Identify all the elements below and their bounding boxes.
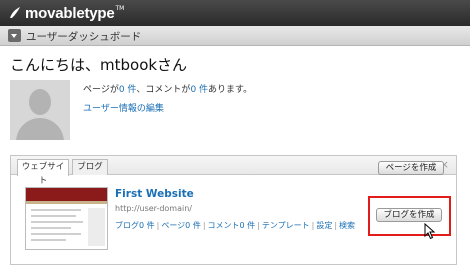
thumbnail-line [31, 239, 66, 241]
user-avatar [10, 80, 70, 140]
search-link[interactable]: 検索 [339, 221, 355, 230]
separator: | [334, 221, 338, 230]
avatar-head-shape [29, 89, 51, 115]
pages-count-link[interactable]: 0 件 [119, 85, 137, 95]
create-blog-button[interactable]: ブログを作成 [376, 208, 442, 222]
thumbnail-header [26, 188, 107, 201]
thumbnail-nav [26, 201, 107, 204]
thumbnail-line [31, 233, 81, 235]
logo-text: movabletype [25, 4, 115, 22]
separator: | [311, 221, 315, 230]
thumbnail-line [31, 209, 81, 211]
settings-link[interactable]: 設定 [316, 221, 332, 230]
separator: | [202, 221, 206, 230]
thumbnail-line [31, 227, 71, 229]
header-bar: ユーザーダッシュボード [0, 26, 470, 46]
mouse-cursor-icon [424, 223, 436, 240]
website-thumbnail[interactable] [25, 187, 108, 250]
edit-profile-link[interactable]: ユーザー情報の編集 [83, 101, 164, 114]
comments-link[interactable]: コメント0 件 [208, 221, 256, 230]
templates-link[interactable]: テンプレート [262, 221, 310, 230]
logo-mark-icon [10, 7, 20, 18]
create-page-button[interactable]: ページを作成 [378, 161, 444, 175]
separator: | [156, 221, 160, 230]
user-stats: ページが0 件、コメントが0 件あります。 [83, 82, 252, 95]
website-links: ブログ0 件 | ページ0 件 | コメント0 件 | テンプレート | 設定 | 検索 [115, 220, 355, 231]
tab-blogs[interactable]: ブログ [72, 159, 108, 175]
stats-prefix: ページが [83, 85, 119, 95]
top-bar: movabletype TM [0, 0, 470, 26]
movabletype-logo[interactable]: movabletype TM [8, 4, 124, 22]
thumbnail-line [31, 221, 83, 223]
avatar-body-shape [16, 118, 64, 140]
website-title-link[interactable]: First Website [115, 188, 194, 200]
stats-suffix: あります。 [208, 85, 253, 95]
stats-middle: 、コメントが [136, 85, 191, 95]
greeting-heading: こんにちは、mtbookさん [10, 56, 188, 74]
thumbnail-sidebar [88, 208, 105, 246]
blogs-link[interactable]: ブログ0 件 [115, 221, 155, 230]
dashboard-menu-toggle-icon[interactable] [8, 29, 21, 42]
website-url: http://user-domain/ [115, 204, 192, 213]
separator: | [257, 221, 260, 230]
page-title: ユーザーダッシュボード [26, 31, 142, 43]
tab-websites[interactable]: ウェブサイト [17, 159, 69, 186]
comments-count-link[interactable]: 0 件 [190, 85, 208, 95]
thumbnail-line [31, 215, 76, 217]
pages-link[interactable]: ページ0 件 [161, 221, 200, 230]
logo-trademark: TM [115, 4, 125, 12]
websites-panel: ウェブサイト ブログ × First Website http://user-d… [10, 155, 457, 265]
